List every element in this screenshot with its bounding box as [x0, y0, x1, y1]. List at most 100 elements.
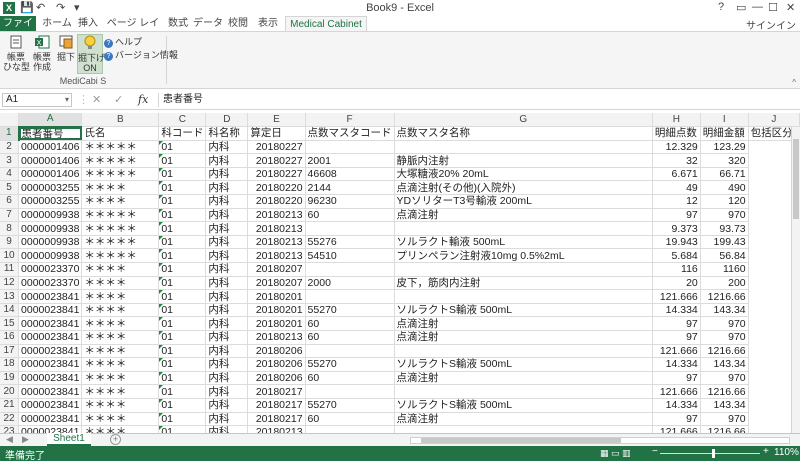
table-cell[interactable] — [394, 384, 653, 399]
table-cell[interactable]: 0000023841 — [18, 425, 83, 433]
table-cell[interactable] — [305, 262, 395, 277]
zoom-slider[interactable] — [660, 453, 760, 454]
table-cell[interactable]: プリンペラン注射液10mg 0.5%2mL — [394, 248, 653, 264]
table-cell[interactable]: 内科 — [205, 180, 249, 196]
table-cell[interactable]: 内科 — [205, 262, 249, 277]
table-cell[interactable]: 20180201 — [247, 316, 306, 331]
table-cell[interactable]: 0000023370 — [18, 276, 83, 291]
table-cell[interactable]: 0000023841 — [18, 330, 83, 345]
table-cell[interactable]: ＊＊＊＊ — [81, 194, 160, 209]
table-cell[interactable]: 点滴注射 — [394, 371, 653, 386]
table-cell[interactable]: 内科 — [205, 289, 249, 304]
row-header[interactable]: 16 — [0, 330, 20, 345]
table-cell[interactable]: 120 — [700, 194, 749, 209]
table-cell[interactable]: 20180213 — [247, 248, 306, 264]
table-cell[interactable]: 121.666 — [652, 425, 701, 433]
row-header[interactable]: 12 — [0, 276, 20, 291]
table-cell[interactable]: 内科 — [205, 140, 249, 155]
table-cell[interactable]: 2144 — [305, 180, 395, 196]
table-cell[interactable] — [394, 221, 653, 236]
table-cell[interactable]: 01 — [158, 425, 207, 433]
table-cell[interactable]: 14.334 — [652, 357, 701, 372]
table-cell[interactable]: ＊＊＊＊＊ — [81, 248, 160, 264]
table-cell[interactable]: 内科 — [205, 194, 249, 209]
header-cell[interactable]: 点数マスタコード — [305, 126, 395, 141]
zoom-in-button[interactable]: + — [763, 446, 769, 457]
tab-page-layout[interactable]: ページ レイアウト — [102, 16, 164, 44]
select-all-corner[interactable] — [0, 113, 20, 128]
tab-formulas[interactable]: 数式 — [164, 16, 192, 31]
table-cell[interactable]: 320 — [700, 153, 749, 168]
table-cell[interactable]: 01 — [158, 344, 207, 359]
table-cell[interactable]: 1160 — [700, 262, 749, 277]
table-cell[interactable]: 0000023841 — [18, 384, 83, 399]
table-cell[interactable]: ＊＊＊＊＊ — [81, 140, 160, 155]
table-cell[interactable]: 内科 — [205, 330, 249, 345]
table-cell[interactable]: 0000023370 — [18, 262, 83, 277]
table-cell[interactable]: 0000023841 — [18, 398, 83, 413]
table-cell[interactable]: 内科 — [205, 167, 249, 182]
minimize-button[interactable]: — — [752, 1, 763, 13]
table-cell[interactable]: ＊＊＊＊＊ — [81, 167, 160, 182]
table-cell[interactable]: 12.329 — [652, 140, 701, 155]
table-cell[interactable]: 内科 — [205, 344, 249, 359]
table-cell[interactable]: 20180217 — [247, 398, 306, 413]
table-cell[interactable]: 0000023841 — [18, 412, 83, 427]
row-header[interactable]: 8 — [0, 221, 20, 236]
add-sheet-button[interactable]: + — [110, 434, 121, 445]
tab-insert[interactable]: 挿入 — [74, 16, 102, 31]
table-cell[interactable]: 55276 — [305, 235, 395, 250]
table-cell[interactable]: 970 — [700, 316, 749, 331]
table-cell[interactable]: ＊＊＊＊ — [81, 330, 160, 345]
table-cell[interactable]: 20180206 — [247, 371, 306, 386]
table-cell[interactable] — [394, 140, 653, 155]
table-cell[interactable]: 96230 — [305, 194, 395, 209]
table-cell[interactable]: ＊＊＊＊ — [81, 384, 160, 399]
table-cell[interactable]: ＊＊＊＊ — [81, 412, 160, 427]
horizontal-scroll-thumb[interactable] — [421, 438, 621, 443]
table-cell[interactable]: 20180213 — [247, 221, 306, 236]
table-cell[interactable]: 93.73 — [700, 221, 749, 236]
row-header[interactable]: 21 — [0, 398, 20, 413]
table-cell[interactable]: 20180207 — [247, 276, 306, 291]
table-cell[interactable]: ソルラクトS輸液 500mL — [394, 398, 653, 413]
row-header[interactable]: 9 — [0, 235, 20, 250]
table-cell[interactable]: 01 — [158, 180, 207, 196]
table-cell[interactable]: 970 — [700, 412, 749, 427]
column-header-h[interactable]: H — [652, 113, 701, 128]
table-cell[interactable]: 20180213 — [247, 235, 306, 250]
table-cell[interactable]: ＊＊＊＊ — [81, 180, 160, 196]
table-cell[interactable]: 20180201 — [247, 303, 306, 318]
drilldown-button[interactable]: 掘下 — [53, 34, 79, 62]
table-cell[interactable]: 0000003255 — [18, 194, 83, 209]
table-cell[interactable]: 121.666 — [652, 289, 701, 304]
table-cell[interactable]: 19.943 — [652, 235, 701, 250]
table-cell[interactable]: 0000001406 — [18, 167, 83, 182]
header-cell[interactable]: 患者番号 — [18, 126, 83, 141]
table-cell[interactable]: 1216.66 — [700, 289, 749, 304]
formula-input[interactable]: 患者番号 — [158, 93, 796, 107]
zoom-level[interactable]: 110% — [774, 447, 799, 458]
table-cell[interactable]: 01 — [158, 262, 207, 277]
table-cell[interactable] — [394, 289, 653, 304]
table-cell[interactable]: 6.671 — [652, 167, 701, 182]
drilldown-toggle-button[interactable]: 掘下げ ON — [77, 34, 105, 74]
table-cell[interactable]: 1216.66 — [700, 425, 749, 433]
table-cell[interactable] — [305, 384, 395, 399]
table-cell[interactable]: ＊＊＊＊＊ — [81, 208, 160, 223]
header-cell[interactable]: 科名称 — [205, 126, 249, 141]
table-cell[interactable]: 66.71 — [700, 167, 749, 182]
table-cell[interactable]: 01 — [158, 248, 207, 264]
row-header[interactable]: 3 — [0, 153, 20, 168]
table-cell[interactable] — [305, 425, 395, 433]
table-cell[interactable]: 01 — [158, 303, 207, 318]
row-header[interactable]: 1 — [0, 126, 20, 141]
table-cell[interactable]: 9.373 — [652, 221, 701, 236]
table-cell[interactable] — [305, 344, 395, 359]
header-cell[interactable]: 明細点数 — [652, 126, 701, 141]
row-header[interactable]: 13 — [0, 289, 20, 304]
view-mode-buttons[interactable]: ▦ ▭ ▥ — [600, 448, 631, 459]
table-cell[interactable]: 14.334 — [652, 303, 701, 318]
table-cell[interactable]: 点滴注射(その他)(入院外) — [394, 180, 653, 196]
table-cell[interactable]: 97 — [652, 330, 701, 345]
